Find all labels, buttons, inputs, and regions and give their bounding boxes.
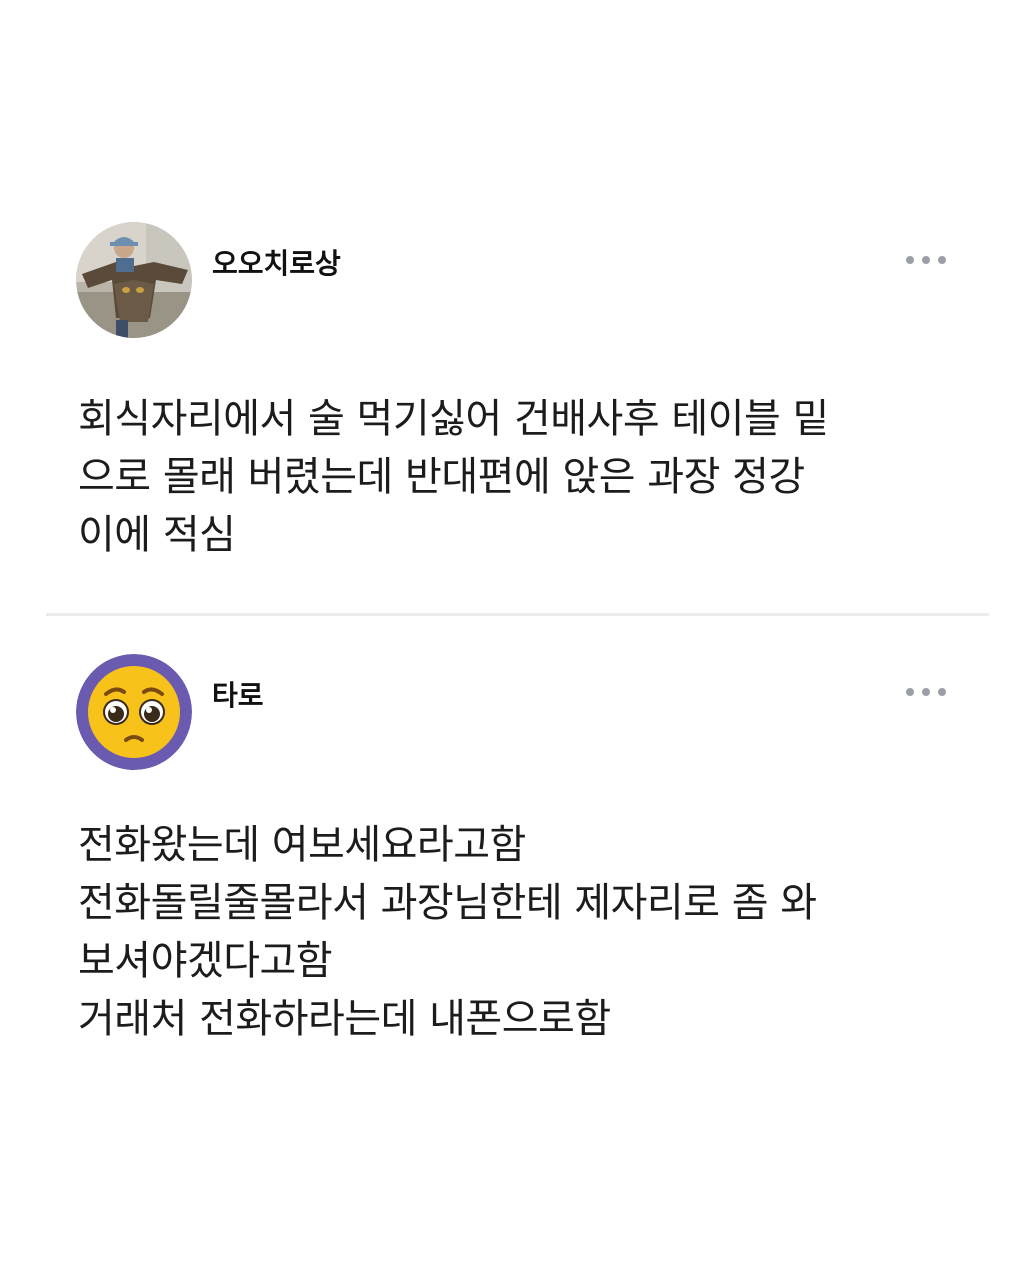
post-text-line: 거래처 전화하라는데 내폰으로함 (78, 996, 611, 1042)
more-dots-icon (906, 256, 914, 264)
avatar[interactable] (76, 222, 192, 338)
avatar[interactable] (76, 654, 192, 770)
more-options-button[interactable] (906, 682, 946, 702)
more-dots-icon (922, 256, 930, 264)
post-text-line: 으로 몰래 버렸는데 반대편에 앉은 과장 정강 (78, 454, 805, 500)
post-text-line: 보셔야겠다고함 (78, 938, 333, 984)
post-text-line: 전화돌릴줄몰라서 과장님한테 제자리로 좀 와 (78, 880, 817, 926)
more-dots-icon (906, 688, 914, 696)
more-dots-icon (922, 688, 930, 696)
username[interactable]: 타로 (212, 674, 264, 714)
post-text-line: 회식자리에서 술 먹기싫어 건배사후 테이블 밑 (78, 396, 829, 442)
post-text-line: 이에 적심 (78, 512, 236, 558)
person-holding-owl-photo-icon (76, 222, 192, 338)
more-dots-icon (938, 688, 946, 696)
more-options-button[interactable] (906, 250, 946, 270)
divider (46, 613, 989, 616)
post-text: 회식자리에서 술 먹기싫어 건배사후 테이블 밑 으로 몰래 버렸는데 반대편에… (78, 390, 958, 564)
more-dots-icon (938, 256, 946, 264)
post-text-line: 전화왔는데 여보세요라고함 (78, 822, 526, 868)
username[interactable]: 오오치로상 (212, 242, 341, 282)
post-text: 전화왔는데 여보세요라고함 전화돌릴줄몰라서 과장님한테 제자리로 좀 와 보셔… (78, 816, 958, 1048)
pleading-face-emoji-icon (76, 654, 192, 770)
